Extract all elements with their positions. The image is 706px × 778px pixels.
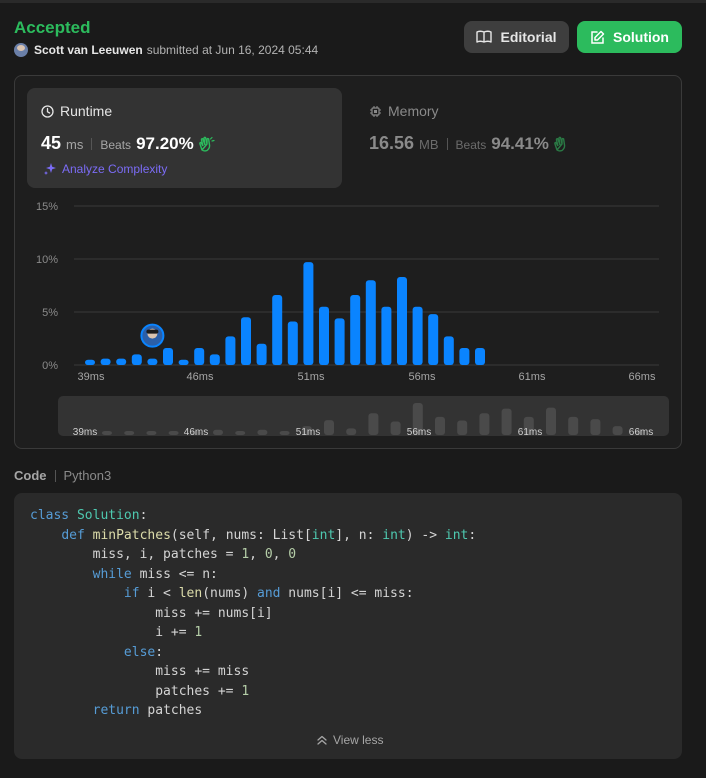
range-bar xyxy=(346,428,357,435)
range-bar xyxy=(435,416,445,435)
y-tick-label: 5% xyxy=(42,307,58,319)
range-bar xyxy=(146,431,157,435)
chart-bar[interactable] xyxy=(397,277,407,365)
source-code: class Solution: def minPatches(self, num… xyxy=(30,508,477,718)
chart-bar[interactable] xyxy=(350,295,361,365)
code-header-divider xyxy=(54,469,56,482)
chart-bar[interactable] xyxy=(319,306,329,365)
range-bar xyxy=(368,413,379,435)
x-tick-label: 46ms xyxy=(187,371,214,383)
range-tick-label: 56ms xyxy=(407,427,431,438)
chart-bar[interactable] xyxy=(225,336,236,365)
range-bar xyxy=(501,408,512,435)
range-tick-label: 39ms xyxy=(73,427,97,438)
x-tick-label: 51ms xyxy=(298,371,325,383)
chart-bar[interactable] xyxy=(178,359,189,365)
chart-bar[interactable] xyxy=(428,314,439,365)
chart-bar[interactable] xyxy=(116,358,127,365)
range-bar xyxy=(279,431,290,435)
range-bar xyxy=(324,420,334,435)
chart-bar[interactable] xyxy=(209,354,220,365)
x-tick-label: 66ms xyxy=(629,371,656,383)
range-bar xyxy=(390,421,401,435)
chart-bar[interactable] xyxy=(459,348,470,365)
range-bar xyxy=(612,426,623,435)
chart-bar[interactable] xyxy=(147,358,158,365)
range-bar xyxy=(102,431,112,435)
user-runtime-marker[interactable] xyxy=(140,323,165,348)
range-bar xyxy=(546,407,556,435)
chart-bar[interactable] xyxy=(256,343,267,365)
chart-bar[interactable] xyxy=(85,359,95,365)
range-tick-label: 46ms xyxy=(184,427,208,438)
chart-bar[interactable] xyxy=(303,262,314,365)
chart-bar[interactable] xyxy=(443,336,454,365)
chart-bar[interactable] xyxy=(334,318,345,365)
code-language: Python3 xyxy=(63,468,112,483)
code-block[interactable]: class Solution: def minPatches(self, num… xyxy=(14,493,682,759)
range-bar xyxy=(168,431,179,435)
x-axis-ticks: 39ms 46ms 51ms 56ms 61ms 66ms xyxy=(78,371,656,383)
range-bar xyxy=(124,431,135,435)
range-bar xyxy=(457,420,468,435)
chart-bar[interactable] xyxy=(241,317,251,365)
view-less-button[interactable]: View less xyxy=(316,733,383,747)
chart-bar[interactable] xyxy=(131,354,142,365)
y-tick-label: 10% xyxy=(36,254,58,266)
range-bar xyxy=(213,429,223,435)
chart-bar[interactable] xyxy=(475,348,485,365)
chart-bar[interactable] xyxy=(194,348,205,365)
range-tick-label: 61ms xyxy=(518,427,542,438)
range-bar xyxy=(479,413,490,435)
code-label: Code xyxy=(14,468,47,483)
chart-bars[interactable] xyxy=(85,262,485,365)
x-tick-label: 56ms xyxy=(409,371,436,383)
range-bar xyxy=(590,419,601,435)
chart-bar[interactable] xyxy=(365,280,376,365)
runtime-distribution-chart[interactable]: 15% 10% 5% 0% 39ms 46ms 51ms 56ms 61ms 66ms 39ms… xyxy=(0,0,706,450)
view-less-label: View less xyxy=(333,733,384,747)
range-tick-label: 66ms xyxy=(629,427,653,438)
y-tick-label: 15% xyxy=(36,201,58,213)
range-tick-label: 51ms xyxy=(296,427,320,438)
range-bar xyxy=(257,429,268,435)
chart-bar[interactable] xyxy=(100,358,111,365)
marker-avatar-glasses xyxy=(146,329,159,334)
y-axis-ticks: 15% 10% 5% 0% xyxy=(36,201,58,372)
range-bar xyxy=(235,431,246,435)
chart-bar[interactable] xyxy=(163,348,173,365)
chart-bar[interactable] xyxy=(381,306,392,365)
chevrons-up-icon xyxy=(317,735,327,745)
x-tick-label: 39ms xyxy=(78,371,105,383)
chart-bar[interactable] xyxy=(272,295,283,365)
chart-bar[interactable] xyxy=(412,306,423,365)
x-tick-label: 61ms xyxy=(519,371,546,383)
range-bar xyxy=(568,416,579,435)
chart-bar[interactable] xyxy=(287,321,298,365)
y-tick-label: 0% xyxy=(42,360,58,372)
code-header: Code Python3 xyxy=(14,468,111,483)
